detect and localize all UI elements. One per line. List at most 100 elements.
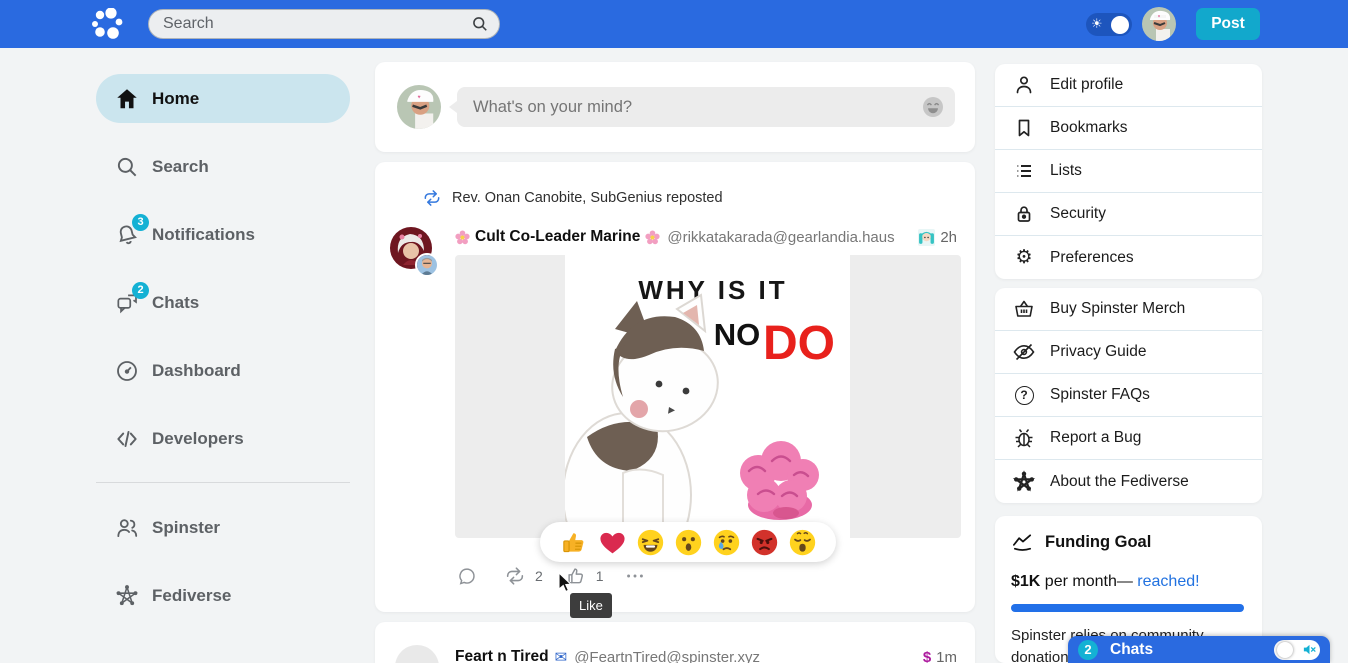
menu-item-privacy-guide[interactable]: Privacy Guide: [995, 331, 1262, 374]
compose-avatar[interactable]: ♥: [397, 85, 441, 129]
menu-item-about-fediverse[interactable]: About the Fediverse: [995, 460, 1262, 503]
compose-input[interactable]: [457, 87, 955, 127]
reaction-picker: [540, 522, 836, 562]
code-icon: [114, 426, 140, 452]
menu-item-report-bug[interactable]: Report a Bug: [995, 417, 1262, 460]
question-icon: ?: [1012, 383, 1036, 407]
chats-label: Chats: [1110, 641, 1153, 659]
menu-item-edit-profile[interactable]: Edit profile: [995, 64, 1262, 107]
svg-text:DO: DO: [763, 317, 835, 370]
sun-icon: ☀: [1091, 18, 1103, 31]
fediverse-filled-icon: [1012, 470, 1036, 494]
svg-text:♥: ♥: [417, 95, 420, 101]
lock-icon: [1012, 202, 1036, 226]
chat-bubbles-icon: 2: [114, 290, 140, 316]
funding-amount-line: $1K per month— reached!: [1011, 573, 1246, 591]
bookmark-icon: [1012, 116, 1036, 140]
notifications-badge: 3: [132, 214, 149, 231]
author-handle[interactable]: @FeartnTired@spinster.xyz: [574, 649, 760, 663]
repost-line-text[interactable]: Rev. Onan Canobite, SubGenius reposted: [452, 190, 723, 206]
sidebar-item-chats[interactable]: 2 Chats: [96, 278, 350, 327]
emoji-picker-icon[interactable]: [921, 95, 945, 119]
post-meta: 2h: [918, 229, 957, 246]
dashboard-icon: [114, 358, 140, 384]
page: ☀ ♥ Post Home S: [0, 0, 1348, 663]
svg-text:WHY IS IT: WHY IS IT: [638, 275, 787, 305]
author-name[interactable]: Feart n Tired: [455, 648, 549, 663]
search-input[interactable]: [148, 9, 500, 39]
sidebar-item-search[interactable]: Search: [96, 142, 350, 191]
post-time[interactable]: 2h: [940, 229, 957, 246]
funding-progress-bar: [1011, 604, 1244, 612]
funding-title-row: Funding Goal: [1011, 531, 1246, 554]
user-avatar[interactable]: ♥: [1142, 7, 1176, 41]
post-author-row: Cult Co-Leader Marine @rikkatakarada@gea…: [455, 228, 957, 246]
menu-item-lists[interactable]: Lists: [995, 150, 1262, 193]
repost-count[interactable]: 2: [535, 568, 543, 584]
chart-icon: [1011, 531, 1034, 554]
sidebar-item-home[interactable]: Home: [96, 74, 350, 123]
reaction-weary[interactable]: [788, 528, 817, 557]
chat-sound-toggle[interactable]: [1274, 640, 1320, 660]
reaction-surprised[interactable]: [674, 528, 703, 557]
top-bar: ☀ ♥ Post: [0, 0, 1348, 48]
more-icon[interactable]: [624, 565, 646, 587]
search-icon[interactable]: [470, 14, 490, 34]
post-card: Rev. Onan Canobite, SubGenius reposted: [375, 162, 975, 612]
repost-row: Rev. Onan Canobite, SubGenius reposted: [422, 188, 723, 208]
reaction-thumbs-up[interactable]: [560, 528, 589, 557]
theme-toggle[interactable]: ☀: [1086, 13, 1132, 36]
sidebar-item-notifications[interactable]: 3 Notifications: [96, 210, 350, 259]
post-actions: 2 1: [456, 565, 646, 587]
menu-item-merch[interactable]: Buy Spinster Merch: [995, 288, 1262, 331]
account-menu-card: Edit profile Bookmarks Lists Security ⚙ …: [995, 64, 1262, 279]
reaction-heart[interactable]: [598, 528, 627, 557]
menu-item-faqs[interactable]: ? Spinster FAQs: [995, 374, 1262, 417]
author-handle[interactable]: @rikkatakarada@gearlandia.haus: [667, 229, 894, 246]
menu-label: Bookmarks: [1050, 119, 1128, 137]
sidebar-label: Spinster: [152, 518, 220, 538]
sidebar-label: Developers: [152, 429, 244, 449]
home-icon: [114, 86, 140, 112]
sidebar-item-fediverse[interactable]: Fediverse: [96, 571, 350, 620]
mouse-cursor: [556, 572, 576, 594]
funding-reached-link[interactable]: reached!: [1137, 573, 1199, 590]
reaction-crying[interactable]: [712, 528, 741, 557]
flower-emoji: [645, 230, 660, 245]
next-post-author-row: Feart n Tired ✉ @FeartnTired@spinster.xy…: [455, 648, 957, 663]
author-name[interactable]: Cult Co-Leader Marine: [475, 228, 640, 246]
post-image[interactable]: WHY IS IT NO DO: [455, 255, 961, 538]
search-box: [148, 9, 500, 39]
chats-dock[interactable]: 2 Chats: [1068, 636, 1330, 663]
next-post-card: Feart n Tired ✉ @FeartnTired@spinster.xy…: [375, 622, 975, 663]
left-sidebar: Home Search 3 Notifications: [96, 74, 350, 639]
like-count[interactable]: 1: [596, 568, 604, 584]
toggle-knob: [1277, 642, 1293, 658]
menu-item-security[interactable]: Security: [995, 193, 1262, 236]
sidebar-item-developers[interactable]: Developers: [96, 414, 350, 463]
person-icon: [1012, 73, 1036, 97]
chats-count-badge: 2: [1078, 640, 1098, 660]
basket-icon: [1012, 297, 1036, 321]
post-time[interactable]: 1m: [936, 649, 957, 663]
reaction-laughing[interactable]: [636, 528, 665, 557]
comment-icon[interactable]: [456, 565, 478, 587]
menu-item-bookmarks[interactable]: Bookmarks: [995, 107, 1262, 150]
next-post-avatar[interactable]: [395, 645, 439, 663]
menu-label: Preferences: [1050, 249, 1134, 267]
reposter-avatar[interactable]: [415, 253, 439, 277]
donor-badge: $: [923, 649, 931, 663]
reaction-angry[interactable]: [750, 528, 779, 557]
menu-item-preferences[interactable]: ⚙ Preferences: [995, 236, 1262, 279]
sidebar-item-spinster[interactable]: Spinster: [96, 503, 350, 552]
menu-label: Privacy Guide: [1050, 343, 1146, 361]
funding-amount: $1K: [1011, 573, 1040, 590]
sidebar-item-dashboard[interactable]: Dashboard: [96, 346, 350, 395]
post-meta: $ 1m: [923, 649, 957, 663]
site-menu-card: Buy Spinster Merch Privacy Guide ? Spins…: [995, 288, 1262, 503]
compose-card: ♥: [375, 62, 975, 152]
spinster-logo-icon[interactable]: [90, 8, 124, 40]
repost-action-icon[interactable]: [504, 565, 526, 587]
post-button[interactable]: Post: [1196, 8, 1260, 40]
sidebar-label: Home: [152, 89, 199, 109]
